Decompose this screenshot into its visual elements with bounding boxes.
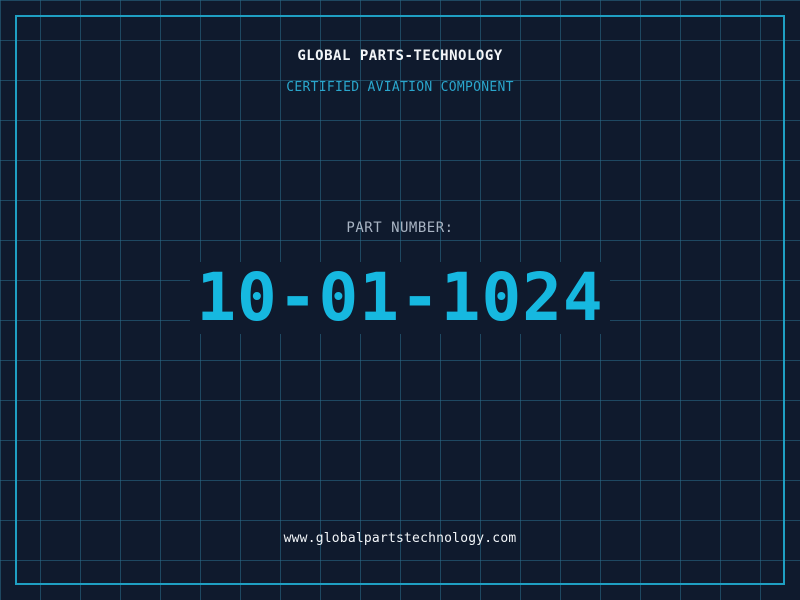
certification-tagline: CERTIFIED AVIATION COMPONENT: [286, 80, 514, 95]
label-card: GLOBAL PARTS-TECHNOLOGY CERTIFIED AVIATI…: [0, 0, 800, 600]
part-number-value: 10-01-1024: [190, 262, 610, 334]
part-number-label: PART NUMBER:: [346, 220, 454, 236]
part-number-container: 10-01-1024: [0, 262, 800, 334]
company-name: GLOBAL PARTS-TECHNOLOGY: [297, 48, 503, 64]
website-url: www.globalpartstechnology.com: [283, 531, 517, 546]
